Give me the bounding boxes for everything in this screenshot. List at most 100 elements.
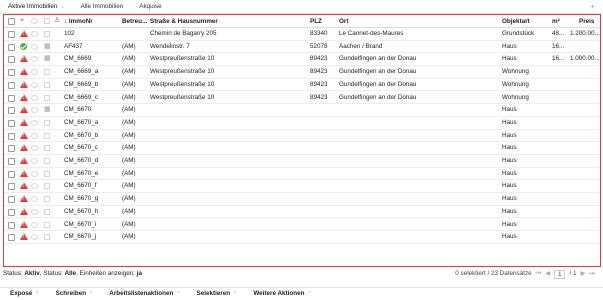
- last-page-icon[interactable]: ⏭: [589, 269, 595, 279]
- cell-betreu: (AM): [122, 68, 136, 76]
- pagination: 0 selektiert / 23 Datensätze ⏮ ◀ 1 / 1 ▶…: [455, 269, 595, 279]
- status-middle: , Status:: [39, 270, 65, 277]
- cell-strasse: Westpreußenstraße 10: [150, 68, 215, 76]
- col-preis[interactable]: Preis: [579, 15, 599, 27]
- table-row[interactable]: 102 Chemin de Bagarry 205 83340 Le Cannet-d…: [4, 28, 600, 41]
- cloud-icon: [31, 107, 38, 114]
- row-checkbox[interactable]: [8, 221, 15, 229]
- cell-preis: [570, 206, 600, 218]
- cell-ort: [339, 130, 499, 142]
- row-checkbox[interactable]: [8, 158, 15, 165]
- col-plz[interactable]: PLZ: [310, 15, 338, 27]
- cloud-icon: [31, 132, 38, 139]
- row-checkbox[interactable]: [8, 31, 15, 38]
- table-row[interactable]: CM_6670_g (AM) Haus: [4, 193, 600, 206]
- row-checkbox[interactable]: [8, 107, 15, 115]
- table-row[interactable]: CM_6670_d (AM) Haus: [4, 155, 600, 168]
- tab-alle-immobilien[interactable]: Alle Immobilien: [73, 0, 132, 14]
- cell-ort: [339, 104, 499, 116]
- row-checkbox[interactable]: [8, 183, 15, 191]
- row-checkbox[interactable]: [8, 145, 15, 153]
- doc-icon: [44, 145, 50, 152]
- col-ort[interactable]: Ort: [339, 15, 499, 27]
- row-checkbox[interactable]: [8, 234, 15, 242]
- action-label: Exposé: [10, 290, 33, 297]
- table-row[interactable]: CM_6669_a (AM) Westpreußenstraße 10 89423 Gu…: [4, 66, 600, 79]
- row-checkbox[interactable]: [8, 119, 15, 127]
- cell-preis: [570, 130, 600, 142]
- col-immonr[interactable]: ↓ ImmoNr: [64, 15, 122, 27]
- next-page-icon[interactable]: ▶: [580, 269, 585, 279]
- action-label: Arbeitslistenaktionen: [109, 290, 174, 297]
- cell-strasse: [150, 206, 310, 218]
- add-tab-icon[interactable]: +: [590, 2, 595, 11]
- table-row[interactable]: ▦ AF437 (AM) Wendelinstr. 7 52078 Aachen / Br…: [4, 41, 600, 54]
- col-betreu[interactable]: Betreu...: [122, 15, 148, 27]
- table-row[interactable]: CM_6670_j (AM) Haus: [4, 231, 600, 244]
- prev-page-icon[interactable]: ◀: [545, 269, 550, 279]
- cell-strasse: [150, 155, 310, 167]
- table-row[interactable]: CM_6670_b (AM) Haus: [4, 130, 600, 143]
- cell-immonr: CM_6670_g: [64, 195, 99, 203]
- col-objektart[interactable]: Objektart: [502, 15, 546, 27]
- col-m2[interactable]: m²: [552, 15, 564, 27]
- table-row[interactable]: CM_6669_c (AM) Westpreußenstraße 10 89423 Gu…: [4, 92, 600, 105]
- action-weitere-aktionen[interactable]: Weitere Aktionen ⌃: [243, 290, 317, 297]
- page-input[interactable]: 1: [554, 269, 566, 279]
- tab-akquise[interactable]: Akquise: [131, 0, 169, 14]
- row-checkbox[interactable]: [8, 132, 15, 140]
- cell-plz: 89423: [310, 80, 328, 88]
- table-row[interactable]: CM_6670_c (AM) Haus: [4, 142, 600, 155]
- select-all-checkbox[interactable]: [8, 18, 15, 25]
- cell-betreu: (AM): [122, 233, 136, 241]
- cell-immonr: AF437: [64, 42, 83, 50]
- cell-ort: [339, 155, 499, 167]
- action-expose[interactable]: Exposé ⌃: [0, 290, 46, 297]
- table-row[interactable]: CM_6670_i (AM) Haus: [4, 219, 600, 232]
- table-row[interactable]: CM_6670_h (AM) Haus: [4, 206, 600, 219]
- col-strasse[interactable]: Straße & Hausnummer: [150, 15, 310, 27]
- cell-objektart: Haus: [502, 144, 517, 152]
- warning-triangle-icon: [20, 93, 28, 101]
- chevron-down-icon[interactable]: ⌄: [60, 4, 64, 10]
- cell-betreu: (AM): [122, 131, 136, 139]
- first-page-icon[interactable]: ⏮: [536, 269, 542, 279]
- cell-objektart: Haus: [502, 182, 517, 190]
- action-schreiben[interactable]: Schreiben ⌃: [46, 290, 100, 297]
- row-checkbox[interactable]: [8, 94, 15, 102]
- table-row[interactable]: ▦ CM_6669 (AM) Westpreußenstraße 10 89423 Gun…: [4, 53, 600, 67]
- cloud-icon: [31, 81, 38, 88]
- cell-objektart: Haus: [502, 169, 517, 177]
- table-row[interactable]: CM_6670_f (AM) Haus: [4, 180, 600, 194]
- table-row[interactable]: CM_6670_a (AM) Haus: [4, 117, 600, 130]
- cell-m2: 16...: [552, 55, 565, 63]
- cell-strasse: [150, 231, 310, 243]
- cell-ort: [339, 231, 499, 243]
- tab-label: Alle Immobilien: [80, 2, 124, 10]
- cell-objektart: Grundstück: [502, 30, 535, 37]
- doc-icon: [44, 208, 50, 215]
- doc-icon: [44, 132, 50, 139]
- cell-betreu: [122, 28, 148, 40]
- row-checkbox[interactable]: [8, 208, 15, 216]
- row-checkbox[interactable]: [8, 196, 15, 204]
- cell-ort: Aachen / Brand: [339, 42, 383, 50]
- table-row[interactable]: CM_6670_e (AM) Haus: [4, 168, 600, 181]
- cell-ort: Gundelfingen an der Donau: [339, 80, 417, 88]
- row-checkbox[interactable]: [8, 43, 15, 51]
- cloud-icon: [31, 170, 38, 177]
- cell-m2: [552, 142, 570, 154]
- action-selektieren[interactable]: Selektieren ⌃: [187, 290, 244, 297]
- row-checkbox[interactable]: [8, 81, 15, 89]
- table-row[interactable]: CM_6669_b (AM) Westpreußenstraße 10 89423 Gu…: [4, 79, 600, 92]
- cell-m2: [552, 155, 570, 167]
- cell-immonr: CM_6670_e: [64, 169, 99, 177]
- doc-icon: [44, 234, 50, 241]
- row-checkbox[interactable]: [8, 170, 15, 178]
- table-row[interactable]: ▦ CM_6670 (AM) Haus: [4, 104, 600, 117]
- row-checkbox[interactable]: [8, 69, 15, 77]
- row-checkbox[interactable]: [8, 56, 15, 64]
- tab-aktive-immobilien[interactable]: Aktive Immobilien ⌄: [0, 0, 73, 14]
- cloud-icon: [31, 94, 38, 101]
- action-arbeitslistenaktionen[interactable]: Arbeitslistenaktionen ⌃: [99, 290, 186, 297]
